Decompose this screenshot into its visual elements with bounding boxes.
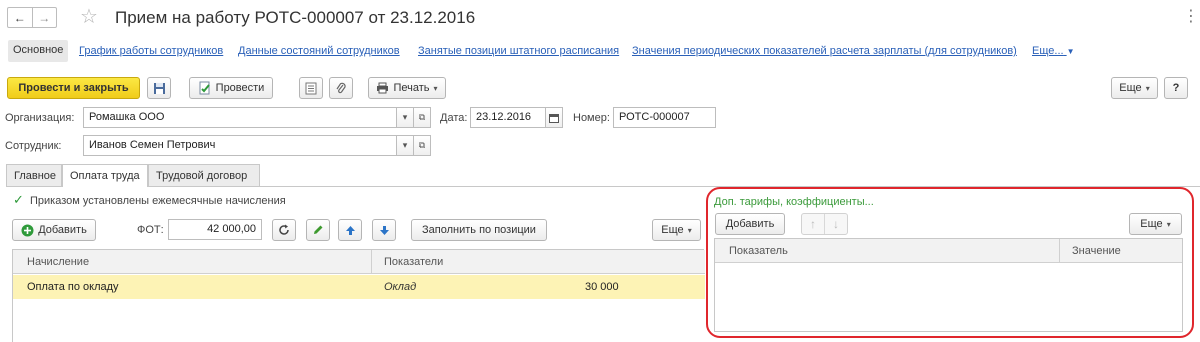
toolbar-more-button[interactable]: Еще ▾ — [1111, 77, 1158, 99]
dropdown-caret-icon: ▾ — [1145, 83, 1150, 93]
date-field[interactable]: 23.12.2016 — [470, 107, 546, 128]
page-title: Прием на работу РОТС-000007 от 23.12.201… — [115, 8, 476, 27]
date-label: Дата: — [440, 112, 468, 124]
nav-item-employee-states[interactable]: Данные состояний сотрудников — [238, 45, 400, 57]
arrow-up-icon — [345, 225, 355, 235]
pencil-icon — [314, 225, 323, 234]
monthly-accruals-checkbox[interactable]: ✓ — [13, 193, 25, 206]
organization-open-button[interactable]: ⧉ — [413, 107, 431, 128]
chevron-down-icon: ▼ — [1066, 47, 1075, 56]
number-label: Номер: — [573, 112, 610, 124]
nav-item-main[interactable]: Основное — [8, 40, 69, 62]
add-accrual-label: Добавить — [38, 224, 87, 236]
window-menu-icon[interactable]: ⋮ — [1183, 6, 1199, 26]
dropdown-caret-icon: ▾ — [433, 83, 438, 93]
list-document-icon — [305, 82, 317, 94]
dropdown-caret-icon: ▾ — [1166, 219, 1171, 229]
move-down-button[interactable] — [372, 219, 396, 241]
recalculate-button[interactable] — [272, 219, 296, 241]
nav-more-label: Еще... — [1032, 45, 1064, 57]
post-document-icon — [199, 81, 210, 95]
extras-table-header: Показатель Значение — [715, 239, 1182, 263]
table-header: Начисление Показатели — [13, 250, 705, 274]
dropdown-caret-icon: ▾ — [687, 225, 692, 235]
fill-by-position-button[interactable]: Заполнить по позиции — [411, 219, 547, 241]
journal-button[interactable] — [299, 77, 323, 99]
number-field[interactable]: РОТС-000007 — [613, 107, 716, 128]
floppy-disk-icon — [153, 82, 165, 94]
value-cell: 30 000 — [585, 281, 619, 293]
help-button[interactable]: ? — [1164, 77, 1188, 99]
add-accrual-button[interactable]: Добавить — [12, 219, 96, 241]
paperclip-icon — [336, 82, 346, 93]
organization-label: Организация: — [5, 112, 75, 124]
column-divider — [1059, 239, 1060, 263]
nav-item-periodic-indicators[interactable]: Значения периодических показателей расче… — [632, 45, 1017, 57]
nav-buttons: ← → — [7, 7, 57, 28]
arrow-down-icon — [379, 225, 389, 235]
extras-add-button[interactable]: Добавить — [715, 213, 785, 235]
organization-select-button[interactable]: ▾ — [396, 107, 414, 128]
move-up-button[interactable] — [338, 219, 362, 241]
extras-arrows: ↑ ↓ — [801, 213, 848, 235]
refresh-icon — [279, 224, 289, 235]
nav-item-staff-positions[interactable]: Занятые позиции штатного расписания — [418, 45, 619, 57]
employee-open-button[interactable]: ⧉ — [413, 135, 431, 156]
back-button[interactable]: ← — [8, 8, 33, 27]
column-divider — [371, 250, 372, 274]
post-button[interactable]: Провести — [189, 77, 273, 99]
forward-button[interactable]: → — [33, 8, 57, 27]
employee-select-button[interactable]: ▾ — [396, 135, 414, 156]
employee-field[interactable]: Иванов Семен Петрович — [83, 135, 397, 156]
tab-payroll[interactable]: Оплата труда — [62, 164, 148, 187]
monthly-accruals-label: Приказом установлены ежемесячные начисле… — [30, 195, 286, 207]
accruals-table: Начисление Показатели Оплата по окладу О… — [12, 249, 705, 342]
printer-icon — [377, 82, 389, 94]
favorite-star-icon[interactable]: ☆ — [80, 4, 98, 29]
accrual-cell: Оплата по окладу — [27, 281, 119, 293]
extras-table: Показатель Значение — [714, 238, 1183, 332]
extras-more-button[interactable]: Еще ▾ — [1129, 213, 1182, 235]
extras-up-button[interactable]: ↑ — [802, 214, 825, 234]
calendar-button[interactable] — [545, 107, 563, 128]
extras-down-button[interactable]: ↓ — [825, 214, 847, 234]
save-button[interactable] — [147, 77, 171, 99]
employee-label: Сотрудник: — [5, 140, 62, 152]
fot-label: ФОТ: — [137, 224, 164, 236]
print-button[interactable]: Печать ▾ — [368, 77, 446, 99]
nav-more-link[interactable]: Еще... ▼ — [1032, 45, 1075, 57]
payroll-more-label: Еще — [661, 224, 684, 236]
indicator-cell: Оклад — [384, 281, 417, 293]
table-row[interactable]: Оплата по окладу Оклад 30 000 — [13, 275, 705, 299]
extras-more-label: Еще — [1140, 218, 1163, 230]
tab-employment-contract[interactable]: Трудовой договор — [148, 164, 260, 186]
edit-button[interactable] — [306, 219, 330, 241]
column-header-indicator[interactable]: Показатель — [729, 245, 788, 257]
extras-title[interactable]: Доп. тарифы, коэффициенты... — [714, 196, 874, 208]
toolbar-more-label: Еще — [1119, 82, 1142, 94]
attach-button[interactable] — [329, 77, 353, 99]
calendar-icon — [549, 113, 559, 123]
post-button-label: Провести — [215, 82, 265, 94]
organization-field[interactable]: Ромашка ООО — [83, 107, 397, 128]
fot-field[interactable]: 42 000,00 — [168, 219, 262, 240]
column-header-value[interactable]: Значение — [1072, 245, 1121, 257]
nav-item-work-schedule[interactable]: График работы сотрудников — [79, 45, 223, 57]
column-header-indicators[interactable]: Показатели — [384, 256, 443, 268]
column-header-accrual[interactable]: Начисление — [27, 256, 89, 268]
print-button-label: Печать — [393, 82, 430, 94]
tab-main[interactable]: Главное — [6, 164, 62, 186]
add-circle-icon — [21, 224, 34, 236]
post-and-close-button[interactable]: Провести и закрыть — [7, 77, 140, 99]
payroll-more-button[interactable]: Еще ▾ — [652, 219, 701, 241]
